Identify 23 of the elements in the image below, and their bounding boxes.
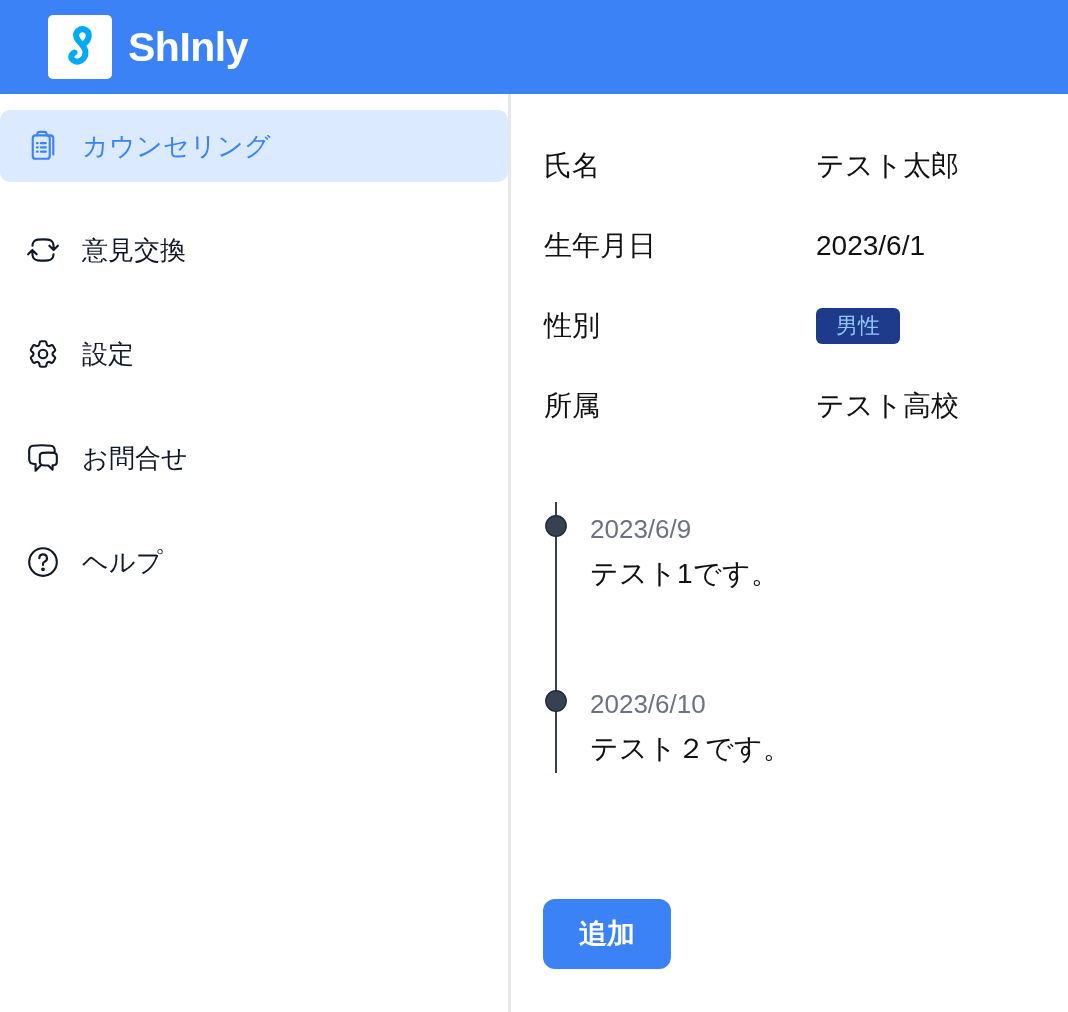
entry-date: 2023/6/10 — [590, 688, 707, 721]
logo-icon — [48, 15, 112, 79]
value-badge: 男性 — [816, 308, 900, 344]
sidebar-item[interactable]: 設定 — [0, 318, 508, 390]
help-icon — [26, 545, 60, 579]
brand-name: ShInly — [128, 23, 249, 71]
chat-bubbles-icon — [26, 441, 60, 475]
timeline-dot-icon — [545, 690, 567, 712]
field-label: 所属 — [544, 389, 600, 423]
timeline-dot-icon — [545, 515, 567, 537]
field-label: 性別 — [544, 309, 600, 343]
entry-text: テスト２です。 — [590, 732, 791, 766]
field-label: 生年月日 — [544, 229, 656, 263]
field-value: テスト太郎 — [816, 149, 959, 183]
field-label: 氏名 — [544, 149, 600, 183]
sidebar-item[interactable]: ヘルプ — [0, 526, 508, 598]
entry-date: 2023/6/9 — [590, 513, 693, 546]
sidebar-item[interactable]: お問合せ — [0, 422, 508, 494]
sidebar-item[interactable]: 意見交換 — [0, 214, 508, 286]
entry-text: テスト1です。 — [590, 557, 780, 591]
add-button[interactable]: 追加 — [543, 899, 671, 969]
field-value: 2023/6/1 — [816, 230, 925, 262]
field-value: テスト高校 — [816, 389, 959, 423]
